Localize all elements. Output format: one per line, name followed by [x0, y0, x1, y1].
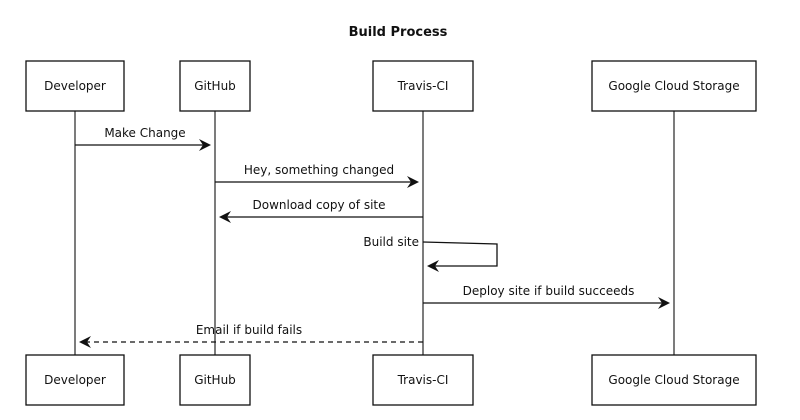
participant-label: Google Cloud Storage: [608, 79, 739, 93]
messages: Make Change Hey, something changed Downloa…: [75, 126, 670, 348]
message: Email if build fails: [79, 323, 423, 348]
participant-label: Travis-CI: [397, 79, 449, 93]
message-label: Make Change: [104, 126, 185, 140]
message-label: Hey, something changed: [244, 163, 394, 177]
participants-bottom: Developer GitHub Travis-CI Google Cloud Sto…: [25, 354, 757, 406]
participant-label: Developer: [44, 373, 106, 387]
lifelines: [74, 111, 675, 355]
message-label: Download copy of site: [253, 198, 386, 212]
participant-gcs-bottom: Google Cloud Storage: [591, 354, 757, 406]
message: Deploy site if build succeeds: [423, 284, 670, 309]
message-label: Build site: [363, 235, 419, 249]
participants-top: Developer GitHub Travis-CI Google Cloud Sto…: [25, 60, 757, 112]
participant-label: GitHub: [194, 79, 236, 93]
sequence-diagram: Build Process Developer GitHub Travis-CI Go…: [25, 25, 757, 406]
participant-label: Travis-CI: [397, 373, 449, 387]
participant-label: GitHub: [194, 373, 236, 387]
message: Hey, something changed: [215, 163, 419, 188]
message: Download copy of site: [219, 198, 423, 223]
message: Make Change: [75, 126, 211, 151]
message-label: Email if build fails: [196, 323, 302, 337]
participant-travis-top: Travis-CI: [372, 60, 474, 112]
message-arrow: [422, 241, 498, 272]
participant-gcs-top: Google Cloud Storage: [591, 60, 757, 112]
participant-travis-bottom: Travis-CI: [372, 354, 474, 406]
participant-github-bottom: GitHub: [179, 354, 251, 406]
participant-label: Developer: [44, 79, 106, 93]
message: Build site: [363, 235, 498, 272]
participant-label: Google Cloud Storage: [608, 373, 739, 387]
participant-github-top: GitHub: [179, 60, 251, 112]
diagram-title: Build Process: [349, 25, 448, 40]
participant-developer-bottom: Developer: [25, 354, 125, 406]
participant-developer-top: Developer: [25, 60, 125, 112]
message-label: Deploy site if build succeeds: [463, 284, 635, 298]
